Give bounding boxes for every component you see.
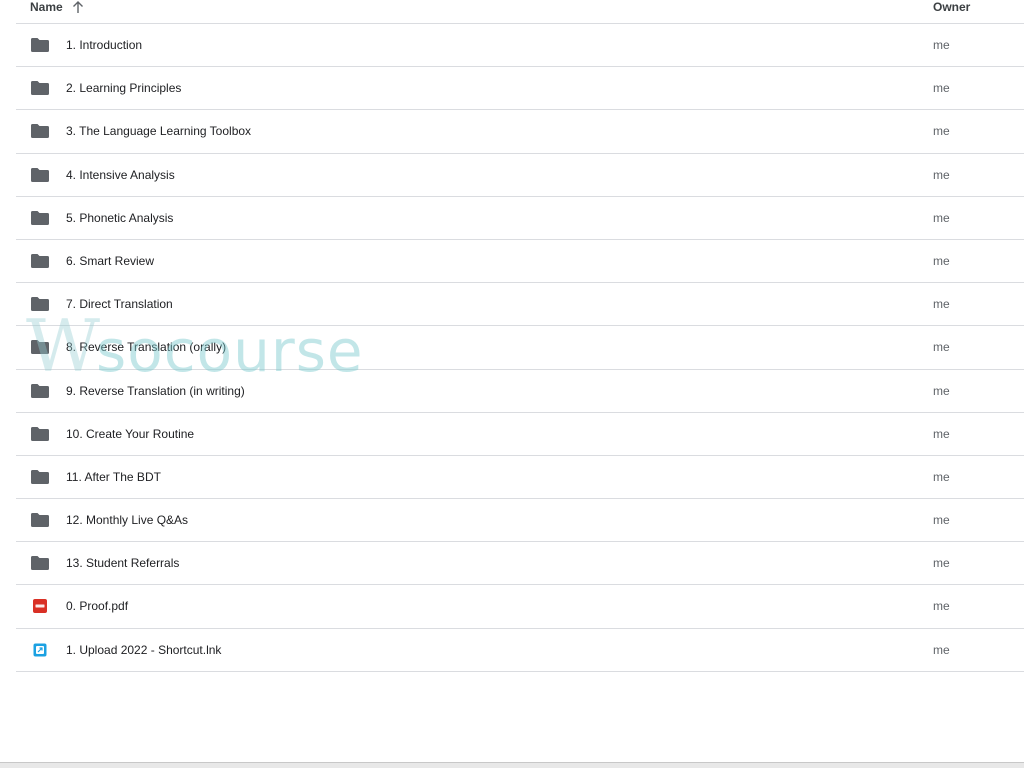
file-browser-page: Name Owner 1. Introduction me 2. Learnin… [0, 0, 1024, 768]
file-owner: me [933, 469, 950, 484]
file-owner: me [933, 253, 950, 268]
file-owner: me [933, 642, 950, 657]
file-row[interactable]: 3. The Language Learning Toolbox me [16, 110, 1024, 154]
name-column-label: Name [30, 0, 63, 14]
folder-icon [30, 512, 50, 528]
folder-icon [30, 167, 50, 183]
file-rows: 1. Introduction me 2. Learning Principle… [16, 24, 1024, 672]
file-row[interactable]: 1. Introduction me [16, 24, 1024, 68]
folder-icon [30, 339, 50, 355]
list-header: Name Owner [16, 0, 1024, 24]
folder-icon [30, 469, 50, 485]
file-row[interactable]: 6. Smart Review me [16, 240, 1024, 284]
folder-icon [30, 37, 50, 53]
file-row[interactable]: 2. Learning Principles me [16, 67, 1024, 111]
folder-icon [30, 383, 50, 399]
shortcut-icon [30, 642, 50, 658]
file-owner: me [933, 426, 950, 441]
file-name: 1. Introduction [66, 38, 143, 52]
file-owner: me [933, 38, 950, 52]
file-row[interactable]: 0. Proof.pdf me [16, 585, 1024, 629]
file-row[interactable]: 5. Phonetic Analysis me [16, 197, 1024, 240]
file-row[interactable]: 9. Reverse Translation (in writing) me [16, 370, 1024, 413]
file-name: 12. Monthly Live Q&As [66, 513, 189, 528]
file-owner: me [933, 599, 950, 614]
file-owner: me [933, 81, 950, 96]
file-name: 9. Reverse Translation (in writing) [66, 383, 245, 398]
file-owner: me [933, 124, 950, 139]
file-row[interactable]: 10. Create Your Routine me [16, 413, 1024, 456]
folder-icon [30, 253, 50, 269]
file-name: 3. The Language Learning Toolbox [66, 124, 252, 139]
file-row[interactable]: 8. Reverse Translation (orally) me [16, 326, 1024, 370]
file-list: Name Owner 1. Introduction me 2. Learnin… [16, 0, 1024, 672]
file-name: 13. Student Referrals [66, 556, 180, 571]
arrow-up-icon[interactable] [72, 0, 84, 14]
file-name: 11. After The BDT [66, 469, 161, 484]
file-row[interactable]: 7. Direct Translation me [16, 283, 1024, 327]
file-name: 4. Intensive Analysis [66, 167, 175, 182]
file-owner: me [933, 167, 950, 182]
file-owner: me [933, 383, 950, 398]
folder-icon [30, 426, 50, 442]
name-column-header[interactable]: Name [30, 0, 84, 14]
file-owner: me [933, 513, 950, 528]
folder-icon [30, 210, 50, 226]
pdf-icon [30, 598, 50, 614]
file-name: 1. Upload 2022 - Shortcut.lnk [66, 642, 222, 657]
file-owner: me [933, 340, 950, 355]
folder-icon [30, 80, 50, 96]
file-row[interactable]: 11. After The BDT me [16, 456, 1024, 500]
file-name: 10. Create Your Routine [66, 426, 195, 441]
file-name: 0. Proof.pdf [66, 599, 129, 614]
file-owner: me [933, 556, 950, 571]
file-name: 5. Phonetic Analysis [66, 210, 174, 225]
bottom-scrollbar[interactable] [0, 762, 1024, 768]
file-row[interactable]: 1. Upload 2022 - Shortcut.lnk me [16, 629, 1024, 672]
file-row[interactable]: 13. Student Referrals me [16, 542, 1024, 586]
file-row[interactable]: 4. Intensive Analysis me [16, 154, 1024, 197]
file-name: 6. Smart Review [66, 253, 155, 268]
folder-icon [30, 123, 50, 139]
file-owner: me [933, 210, 950, 225]
file-owner: me [933, 297, 950, 312]
folder-icon [30, 555, 50, 571]
file-name: 8. Reverse Translation (orally) [66, 340, 227, 355]
file-name: 2. Learning Principles [66, 81, 182, 96]
folder-icon [30, 296, 50, 312]
file-name: 7. Direct Translation [66, 297, 173, 312]
file-row[interactable]: 12. Monthly Live Q&As me [16, 499, 1024, 543]
owner-column-header[interactable]: Owner [933, 0, 970, 14]
